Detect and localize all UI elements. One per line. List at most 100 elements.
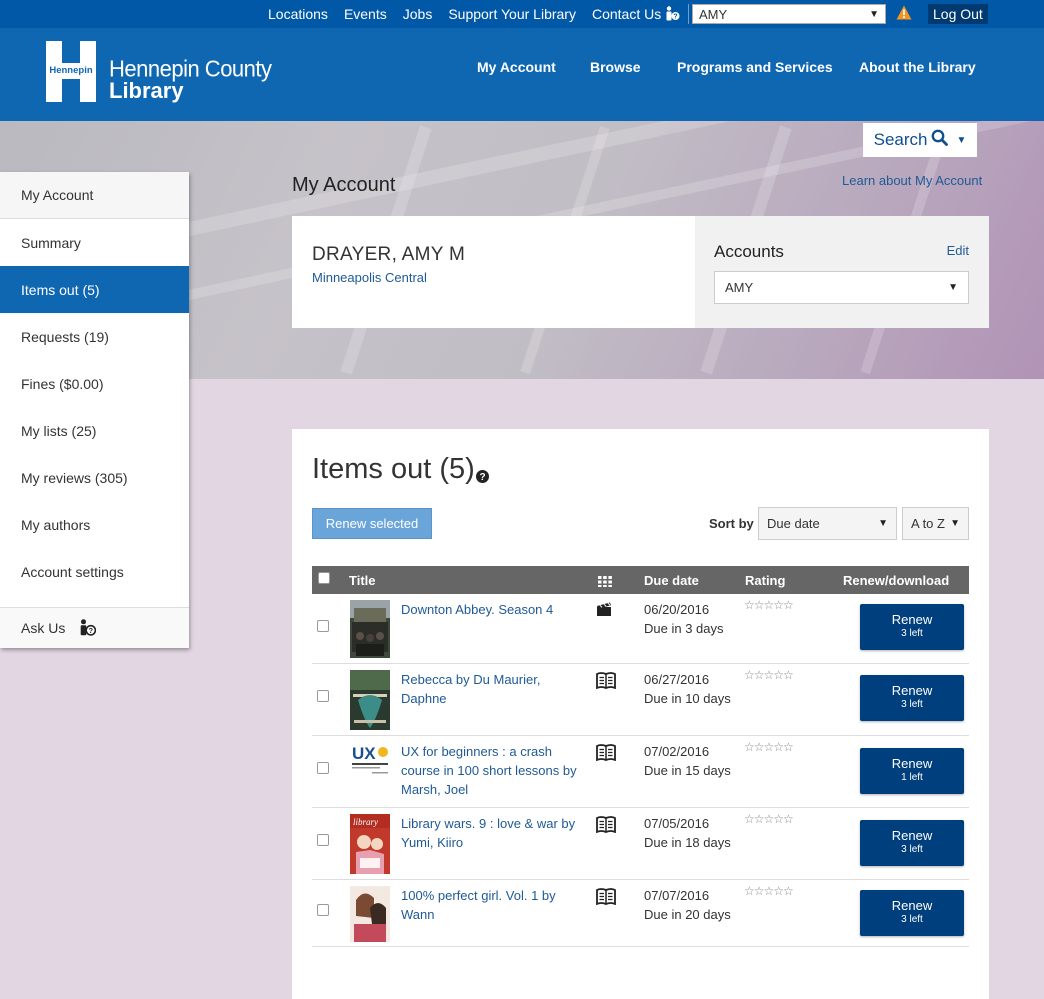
cover-image[interactable]: UX [350, 742, 390, 800]
sidebar-item-fines[interactable]: Fines ($0.00) [0, 360, 189, 407]
account-switcher-select[interactable]: AMY ▼ [692, 4, 886, 24]
sort-order-select[interactable]: A to Z ▼ [902, 507, 969, 540]
table-row: library Library wars. 9 : love & war by … [312, 808, 969, 880]
due-in: Due in 15 days [644, 763, 731, 778]
item-title-link[interactable]: Library wars. 9 : love & war by Yumi, Ki… [401, 814, 583, 852]
col-title[interactable]: Title [349, 573, 376, 588]
chevron-down-icon: ▼ [869, 8, 879, 20]
search-toggle-button[interactable]: Search ▼ [863, 123, 977, 157]
row-checkbox[interactable] [317, 690, 329, 702]
chevron-down-icon: ▼ [948, 282, 958, 293]
library-logo[interactable]: Hennepin [46, 41, 96, 105]
renew-label: Renew [891, 612, 933, 627]
utility-divider [688, 4, 689, 24]
format-grid-icon[interactable] [598, 575, 612, 590]
locations-link[interactable]: Locations [268, 6, 328, 22]
renewals-left: 3 left [901, 844, 923, 855]
table-row: 100% perfect girl. Vol. 1 by Wann 07/07/… [312, 880, 969, 947]
nav-about-library[interactable]: About the Library [859, 59, 976, 75]
renew-button[interactable]: Renew 3 left [860, 890, 964, 936]
sort-field-select[interactable]: Due date ▼ [758, 507, 897, 540]
learn-about-link[interactable]: Learn about My Account [842, 173, 982, 188]
sidebar-item-account-settings[interactable]: Account settings [0, 548, 189, 595]
cover-image[interactable]: library [350, 814, 390, 874]
items-out-panel: Items out (5)? Renew selected Sort by Du… [292, 429, 989, 999]
item-title-link[interactable]: Rebecca by Du Maurier, Daphne [401, 670, 583, 708]
utility-bar: Locations Events Jobs Support Your Libra… [0, 0, 1044, 28]
nav-programs-services[interactable]: Programs and Services [677, 59, 833, 75]
item-title-link[interactable]: Downton Abbey. Season 4 [401, 600, 583, 619]
due-in: Due in 18 days [644, 835, 731, 850]
accounts-select-value: AMY [725, 280, 754, 295]
renew-label: Renew [891, 683, 933, 698]
help-circle-icon[interactable]: ? [475, 458, 489, 491]
items-out-heading-text: Items out (5) [312, 453, 475, 485]
logout-button[interactable]: Log Out [928, 4, 988, 24]
sidebar-item-my-reviews[interactable]: My reviews (305) [0, 454, 189, 501]
warning-icon[interactable] [896, 5, 912, 23]
accounts-select[interactable]: AMY ▼ [714, 271, 969, 304]
patron-home-branch[interactable]: Minneapolis Central [312, 270, 427, 285]
support-link[interactable]: Support Your Library [448, 6, 576, 22]
items-out-heading: Items out (5)? [312, 453, 489, 491]
row-checkbox[interactable] [317, 834, 329, 846]
renew-button[interactable]: Renew 3 left [860, 820, 964, 866]
cover-image[interactable] [350, 670, 390, 730]
col-renew-download: Renew/download [843, 573, 950, 588]
jobs-link[interactable]: Jobs [403, 6, 433, 22]
item-title-link[interactable]: 100% perfect girl. Vol. 1 by Wann [401, 886, 583, 924]
due-info: 07/02/2016 Due in 15 days [644, 742, 731, 780]
nav-my-account[interactable]: My Account [477, 59, 556, 75]
chevron-down-icon: ▼ [878, 518, 888, 529]
film-clapper-icon [596, 602, 612, 620]
row-checkbox[interactable] [317, 620, 329, 632]
select-all-checkbox[interactable] [318, 572, 330, 584]
rating-stars[interactable]: ☆☆☆☆☆ [744, 884, 794, 898]
page-title: My Account [292, 174, 396, 196]
svg-text:?: ? [89, 626, 94, 635]
accounts-card: Accounts Edit AMY ▼ [695, 216, 989, 328]
rating-stars[interactable]: ☆☆☆☆☆ [744, 668, 794, 682]
search-label: Search [873, 130, 928, 149]
renewals-left: 1 left [901, 772, 923, 783]
contact-us-link[interactable]: Contact Us ? [592, 6, 680, 22]
caret-down-icon: ▼ [956, 134, 967, 146]
utility-links: Locations Events Jobs Support Your Libra… [260, 0, 688, 28]
sidebar-item-my-account[interactable]: My Account [0, 172, 189, 219]
nav-browse[interactable]: Browse [590, 59, 641, 75]
col-due-date[interactable]: Due date [644, 573, 699, 588]
due-info: 06/20/2016 Due in 3 days [644, 600, 724, 638]
renew-label: Renew [891, 756, 933, 771]
renewals-left: 3 left [901, 699, 923, 710]
col-rating[interactable]: Rating [745, 573, 785, 588]
sort-field-value: Due date [767, 516, 820, 531]
sidebar-item-items-out[interactable]: Items out (5) [0, 266, 189, 313]
sidebar-item-my-lists[interactable]: My lists (25) [0, 407, 189, 454]
due-date: 07/05/2016 [644, 816, 710, 831]
rating-stars[interactable]: ☆☆☆☆☆ [744, 812, 794, 826]
table-row: Rebecca by Du Maurier, Daphne 06/27/2016… [312, 664, 969, 736]
renew-selected-button[interactable]: Renew selected [312, 508, 432, 539]
sidebar-item-requests[interactable]: Requests (19) [0, 313, 189, 360]
item-title-link[interactable]: UX for beginners : a crash course in 100… [401, 742, 583, 799]
rating-stars[interactable]: ☆☆☆☆☆ [744, 598, 794, 612]
renew-button[interactable]: Renew 1 left [860, 748, 964, 794]
renew-button[interactable]: Renew 3 left [860, 604, 964, 650]
due-date: 07/02/2016 [644, 744, 710, 759]
rating-stars[interactable]: ☆☆☆☆☆ [744, 740, 794, 754]
table-row: Downton Abbey. Season 4 06/20/2016 Due i… [312, 594, 969, 664]
accounts-edit-link[interactable]: Edit [947, 243, 969, 258]
events-link[interactable]: Events [344, 6, 387, 22]
cover-image[interactable] [350, 886, 390, 944]
renew-button[interactable]: Renew 3 left [860, 675, 964, 721]
cover-image[interactable] [350, 600, 390, 658]
row-checkbox[interactable] [317, 762, 329, 774]
row-checkbox[interactable] [317, 904, 329, 916]
brand-name[interactable]: Hennepin County Library [109, 57, 272, 102]
sidebar-item-my-authors[interactable]: My authors [0, 501, 189, 548]
due-info: 07/07/2016 Due in 20 days [644, 886, 731, 924]
sidebar-item-ask-us[interactable]: Ask Us ? [0, 607, 189, 648]
book-icon [596, 672, 616, 692]
sidebar-item-summary[interactable]: Summary [0, 219, 189, 266]
renewals-left: 3 left [901, 628, 923, 639]
